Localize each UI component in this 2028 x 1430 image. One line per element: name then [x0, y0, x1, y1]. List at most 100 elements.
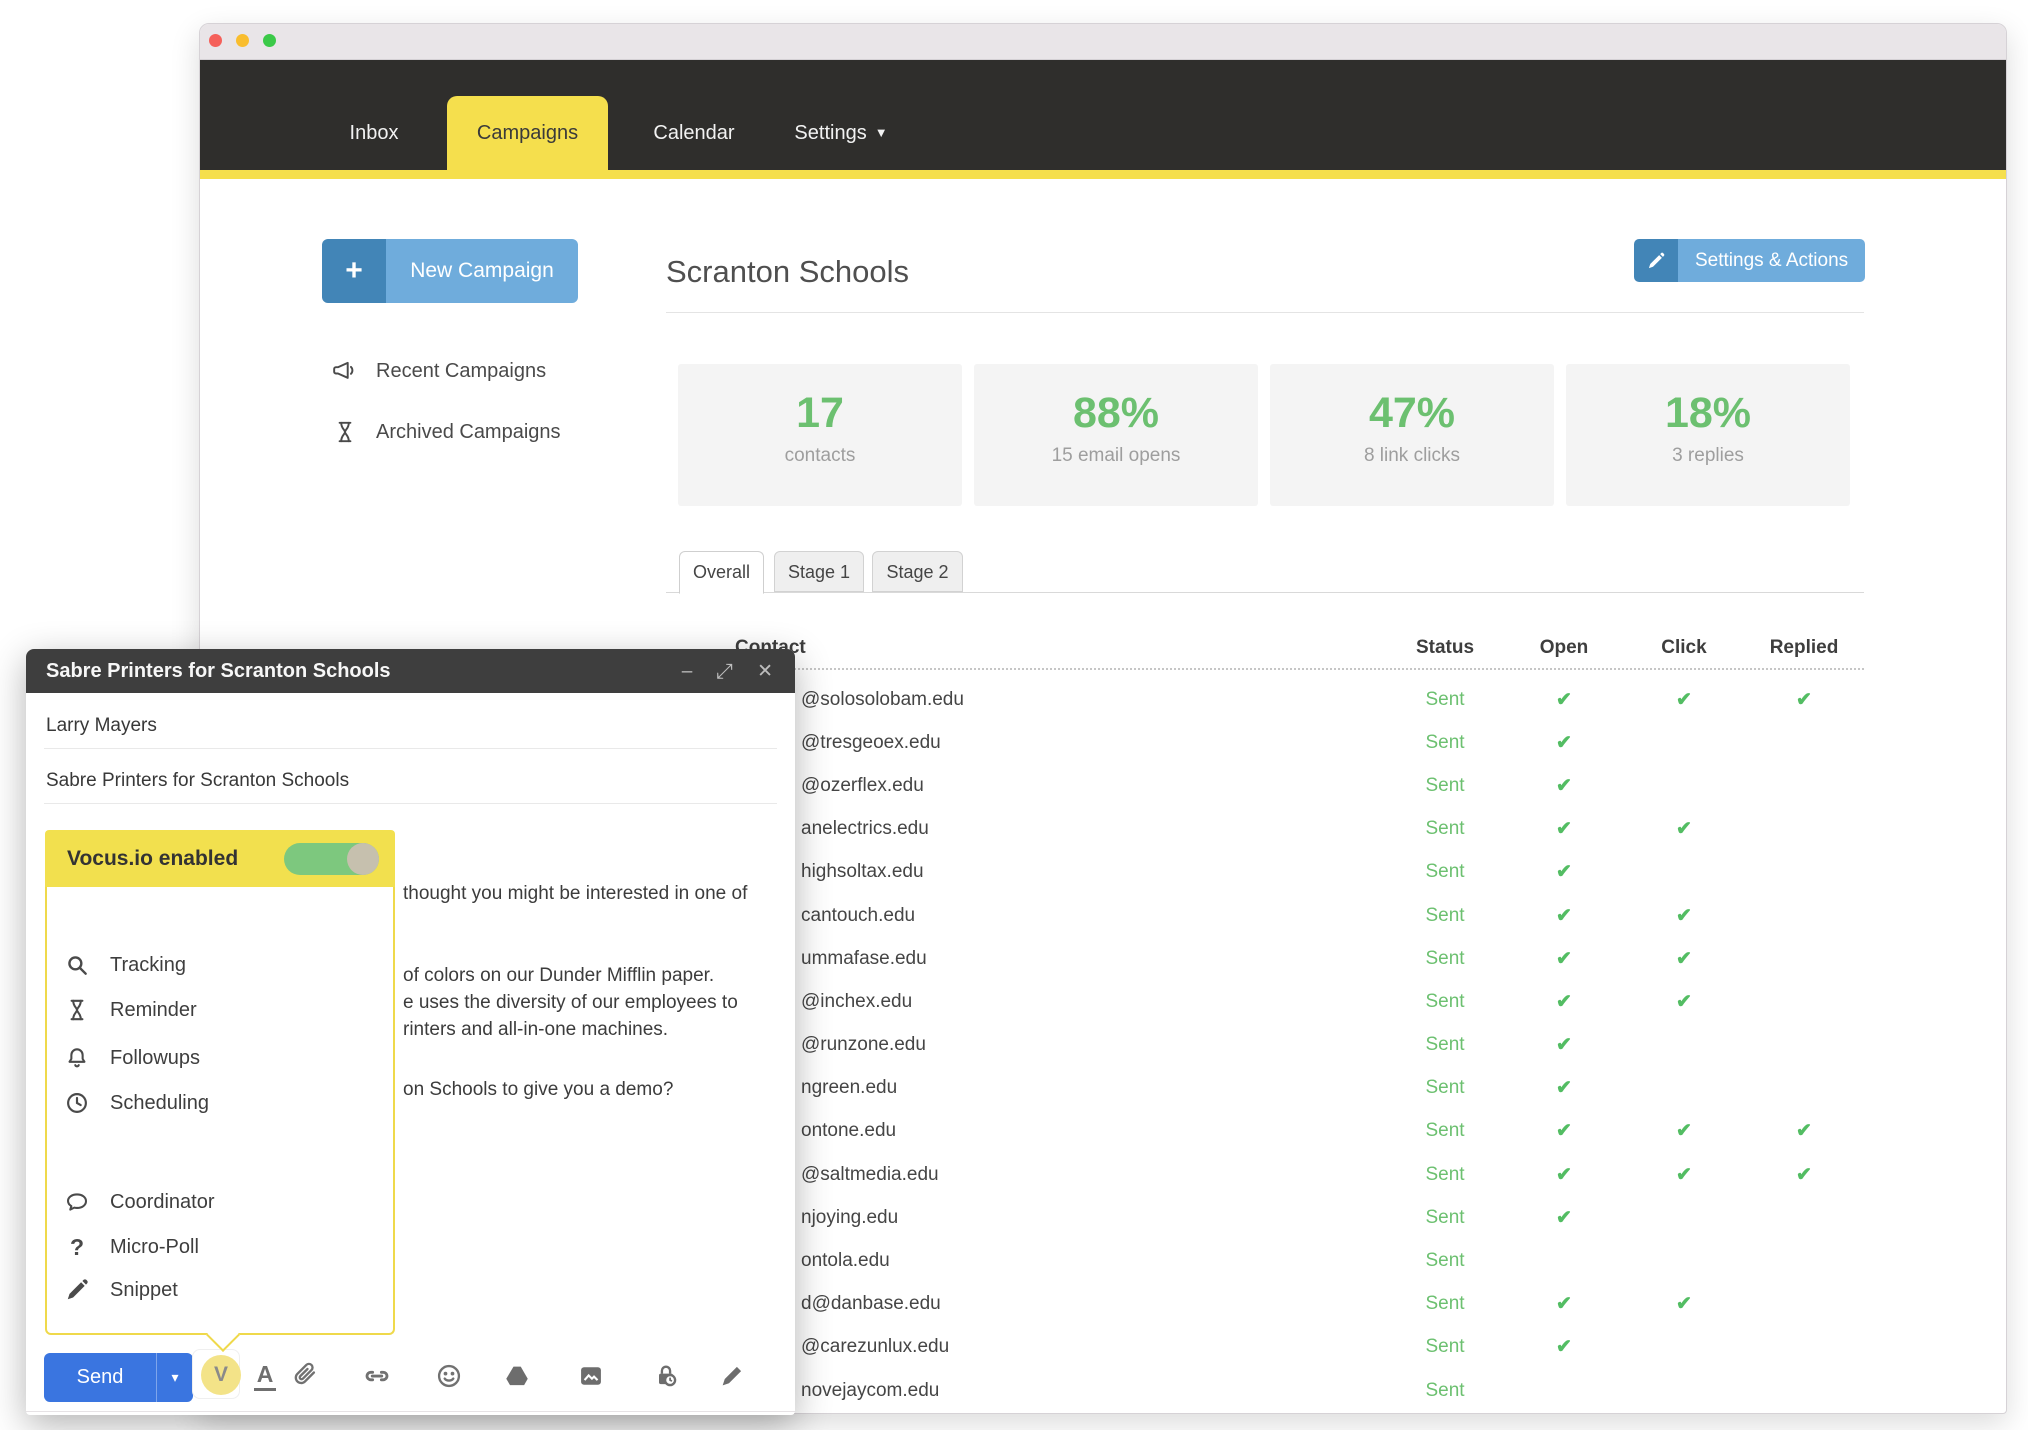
- status-cell: Sent: [1425, 688, 1465, 710]
- table-row[interactable]: ngreen.edu Sent ✔: [666, 1067, 1864, 1110]
- menu-item-snippet[interactable]: Snippet: [64, 1277, 178, 1303]
- menu-item-followups[interactable]: Followups: [64, 1045, 200, 1071]
- menu-item-tracking[interactable]: Tracking: [64, 952, 186, 978]
- menu-item-label: Reminder: [110, 998, 197, 1021]
- table-row[interactable]: highsoltax.edu Sent ✔: [666, 851, 1864, 894]
- stat-value: 88%: [1072, 389, 1160, 437]
- table-row[interactable]: d@danbase.edu Sent ✔ ✔: [666, 1283, 1864, 1326]
- open-check-icon: ✔: [1556, 1293, 1572, 1315]
- formatting-options-button[interactable]: A: [250, 1361, 280, 1391]
- table-row[interactable]: ummafase.edu Sent ✔ ✔: [666, 937, 1864, 980]
- tab-stage-2[interactable]: Stage 2: [872, 551, 963, 592]
- stat-value: 47%: [1368, 389, 1456, 437]
- status-cell: Sent: [1425, 1034, 1465, 1056]
- menu-item-coordinator[interactable]: Coordinator: [64, 1189, 215, 1215]
- expand-icon[interactable]: ⤢: [716, 661, 733, 682]
- confidential-mode-icon[interactable]: [651, 1361, 681, 1391]
- insert-link-button[interactable]: [362, 1361, 392, 1391]
- vocus-toggle[interactable]: [284, 842, 379, 875]
- tab-inbox[interactable]: Inbox: [314, 96, 434, 170]
- status-cell: Sent: [1425, 731, 1465, 753]
- open-check-icon: ✔: [1556, 991, 1572, 1013]
- attach-files-button[interactable]: [289, 1361, 319, 1391]
- email-body-line[interactable]: rinters and all-in-one machines.: [403, 1019, 668, 1041]
- hourglass-icon: [70, 999, 84, 1021]
- insert-emoji-button[interactable]: [434, 1361, 464, 1391]
- send-options-dropdown[interactable]: ▾: [156, 1353, 193, 1402]
- speech-bubble-icon: [66, 1193, 88, 1211]
- vocus-enabled-label: Vocus.io enabled: [67, 846, 239, 870]
- table-row[interactable]: ontone.edu Sent ✔ ✔ ✔: [666, 1110, 1864, 1153]
- compose-titlebar[interactable]: Sabre Printers for Scranton Schools – ⤢ …: [26, 649, 795, 693]
- click-check-icon: ✔: [1676, 1120, 1692, 1142]
- settings-actions-button[interactable]: Settings & Actions: [1634, 239, 1866, 282]
- recipient-field[interactable]: Larry Mayers: [46, 715, 157, 737]
- contact-cell: ummafase.edu: [801, 947, 927, 969]
- open-check-icon: ✔: [1556, 775, 1572, 797]
- click-check-icon: ✔: [1676, 689, 1692, 711]
- replied-check-icon: ✔: [1796, 1164, 1812, 1186]
- table-row[interactable]: cantouch.edu Sent ✔ ✔: [666, 894, 1864, 937]
- top-navbar: Inbox Campaigns Calendar Settings ▼: [200, 60, 2006, 170]
- table-row[interactable]: @ozerflex.edu Sent ✔: [666, 764, 1864, 807]
- stat-value: 18%: [1664, 389, 1752, 437]
- divider: [26, 1411, 795, 1412]
- vocus-icon[interactable]: V: [201, 1355, 241, 1395]
- toggle-knob: [347, 842, 379, 875]
- minimize-traffic-light[interactable]: [236, 34, 249, 47]
- drive-icon[interactable]: [502, 1361, 532, 1391]
- table-row[interactable]: novejaycom.edu Sent: [666, 1369, 1864, 1412]
- tab-campaigns[interactable]: Campaigns: [447, 96, 608, 170]
- table-row[interactable]: anelectrics.edu Sent ✔ ✔: [666, 808, 1864, 851]
- tab-settings[interactable]: Settings ▼: [776, 96, 906, 170]
- email-body-line[interactable]: on Schools to give you a demo?: [403, 1079, 673, 1101]
- image-icon: [581, 1367, 601, 1385]
- table-row[interactable]: ontola.edu Sent: [666, 1239, 1864, 1282]
- format-text-icon: A: [254, 1362, 276, 1391]
- subject-field[interactable]: Sabre Printers for Scranton Schools: [46, 770, 349, 792]
- sidebar-item-recent-campaigns[interactable]: Recent Campaigns: [332, 358, 546, 384]
- sidebar-item-archived-campaigns[interactable]: Archived Campaigns: [332, 419, 561, 445]
- page-title: Scranton Schools: [666, 254, 909, 289]
- replied-check-icon: ✔: [1796, 1120, 1812, 1142]
- close-icon[interactable]: ✕: [757, 662, 773, 681]
- send-button[interactable]: Send: [44, 1353, 156, 1402]
- email-body-line[interactable]: e uses the diversity of our employees to: [403, 992, 738, 1014]
- open-check-icon: ✔: [1556, 689, 1572, 711]
- table-row[interactable]: @solosolobam.edu Sent ✔ ✔ ✔: [666, 678, 1864, 721]
- menu-item-reminder[interactable]: Reminder: [64, 997, 197, 1023]
- table-row[interactable]: @carezunlux.edu Sent ✔: [666, 1326, 1864, 1369]
- column-header-click: Click: [1661, 637, 1707, 658]
- signature-pen-icon[interactable]: [717, 1361, 747, 1391]
- insert-image-button[interactable]: [576, 1361, 606, 1391]
- paperclip-icon: [294, 1362, 316, 1385]
- table-row[interactable]: njoying.edu Sent ✔: [666, 1196, 1864, 1239]
- open-check-icon: ✔: [1556, 948, 1572, 970]
- new-campaign-button[interactable]: + New Campaign: [322, 239, 578, 303]
- contact-cell: @solosolobam.edu: [801, 688, 964, 710]
- hourglass-icon: [338, 421, 352, 443]
- column-header-open: Open: [1539, 637, 1589, 658]
- pencil-icon: [67, 1279, 88, 1300]
- menu-item-micro-poll[interactable]: ? Micro-Poll: [64, 1234, 199, 1261]
- tab-calendar[interactable]: Calendar: [634, 96, 754, 170]
- contact-cell: cantouch.edu: [801, 904, 916, 926]
- chevron-down-icon: ▼: [874, 125, 888, 140]
- search-icon: [68, 956, 87, 975]
- table-row[interactable]: @inchex.edu Sent ✔ ✔: [666, 980, 1864, 1023]
- contact-cell: highsoltax.edu: [801, 861, 924, 883]
- table-row[interactable]: @runzone.edu Sent ✔: [666, 1024, 1864, 1067]
- email-body-line[interactable]: of colors on our Dunder Mifflin paper.: [403, 965, 714, 987]
- email-body-line[interactable]: thought you might be interested in one o…: [403, 883, 747, 905]
- status-cell: Sent: [1425, 1163, 1465, 1185]
- menu-item-scheduling[interactable]: Scheduling: [64, 1090, 209, 1116]
- tab-overall[interactable]: Overall: [679, 551, 764, 594]
- vocus-panel-header: Vocus.io enabled: [45, 830, 395, 887]
- minimize-icon[interactable]: –: [682, 662, 693, 681]
- zoom-traffic-light[interactable]: [263, 34, 276, 47]
- table-row[interactable]: @saltmedia.edu Sent ✔ ✔ ✔: [666, 1153, 1864, 1196]
- close-traffic-light[interactable]: [209, 34, 222, 47]
- tab-settings-label: Settings: [794, 122, 867, 144]
- tab-stage-1[interactable]: Stage 1: [774, 551, 864, 592]
- table-row[interactable]: @tresgeoex.edu Sent ✔: [666, 721, 1864, 764]
